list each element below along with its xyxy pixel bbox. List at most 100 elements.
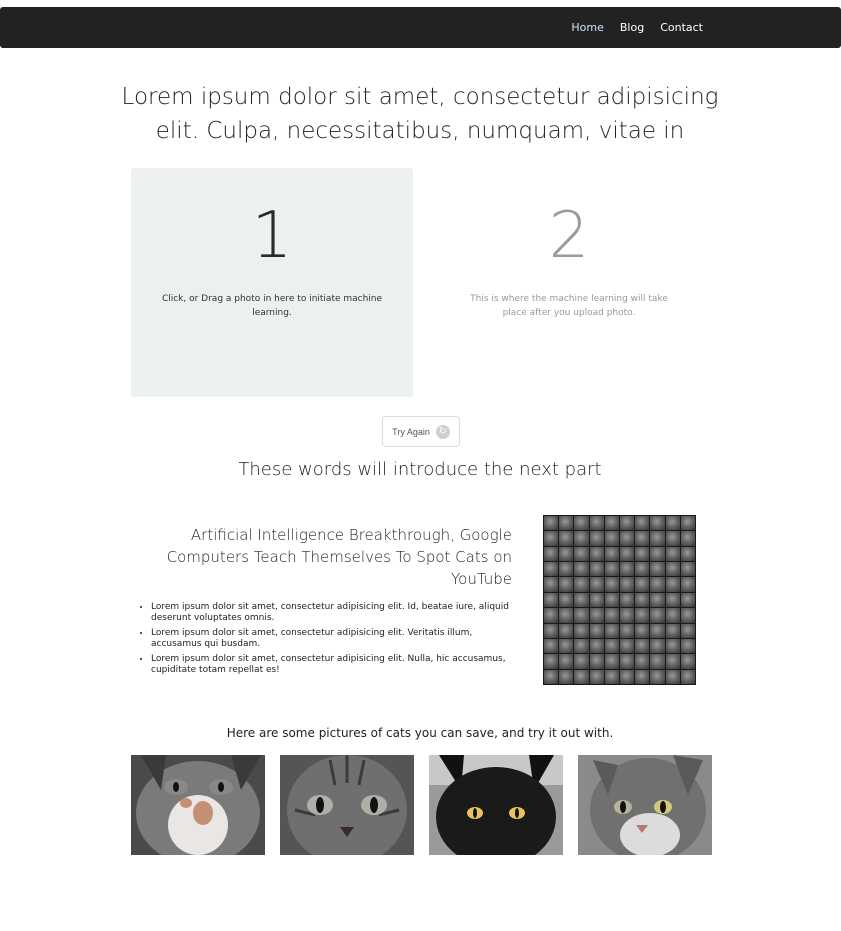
list-item: Lorem ipsum dolor sit amet, consectetur … [151, 602, 511, 624]
grid-tile [604, 608, 619, 623]
grid-tile [635, 669, 650, 684]
grid-tile [650, 592, 665, 608]
nav-home-link[interactable]: Home [571, 21, 603, 34]
grid-tile [574, 608, 589, 623]
list-item: Lorem ipsum dolor sit amet, consectetur … [151, 654, 511, 676]
grid-tile [589, 608, 604, 623]
step-number: 2 [548, 199, 590, 273]
cat-photo-black[interactable] [429, 755, 563, 855]
try-again-label: Try Again [392, 426, 430, 437]
grid-tile [589, 654, 604, 669]
grid-tile [635, 516, 650, 531]
grid-tile [559, 608, 574, 623]
grid-tile [574, 669, 589, 684]
grid-tile [604, 562, 619, 577]
grid-tile [680, 623, 695, 638]
grid-tile [635, 531, 650, 546]
grid-tile [665, 592, 680, 608]
grid-tile [559, 577, 574, 592]
grid-tile [665, 654, 680, 669]
grid-tile [604, 592, 619, 608]
grid-tile [665, 546, 680, 562]
grid-tile [650, 638, 665, 654]
grid-tile [680, 638, 695, 654]
grid-tile [589, 546, 604, 562]
try-again-button[interactable]: Try Again ↻ [382, 416, 460, 447]
nav-links: Home Blog Contact [571, 7, 703, 48]
grid-tile [544, 654, 559, 669]
cat-photo-tabby[interactable] [280, 755, 414, 855]
grid-tile [650, 654, 665, 669]
grid-tile [619, 638, 635, 654]
grid-tile [574, 562, 589, 577]
grid-tile [650, 623, 665, 638]
grid-tile [680, 592, 695, 608]
grid-tile [635, 546, 650, 562]
grid-tile [619, 562, 635, 577]
grid-tile [680, 577, 695, 592]
grid-tile [619, 546, 635, 562]
grid-tile [619, 623, 635, 638]
grid-tile [559, 623, 574, 638]
grid-tile [665, 531, 680, 546]
grid-tile [559, 669, 574, 684]
grid-tile [544, 623, 559, 638]
grid-tile [619, 608, 635, 623]
grid-tile [544, 592, 559, 608]
cat-photo-calico[interactable] [131, 755, 265, 855]
grid-tile [604, 577, 619, 592]
upload-dropzone[interactable]: 1 Click, or Drag a photo in here to init… [131, 168, 413, 397]
grid-tile [589, 592, 604, 608]
grid-tile [680, 654, 695, 669]
grid-tile [544, 669, 559, 684]
grid-tile [544, 531, 559, 546]
grid-tile [650, 516, 665, 531]
grid-tile [619, 592, 635, 608]
nav-blog-link[interactable]: Blog [620, 21, 644, 34]
grid-tile [665, 623, 680, 638]
grid-tile [680, 546, 695, 562]
grid-tile [635, 654, 650, 669]
grid-tile [635, 562, 650, 577]
grid-tile [650, 577, 665, 592]
grid-tile [559, 592, 574, 608]
grid-tile [635, 608, 650, 623]
grid-tile [604, 516, 619, 531]
grid-tile [619, 516, 635, 531]
list-item: Lorem ipsum dolor sit amet, consectetur … [151, 628, 511, 650]
grid-tile [589, 562, 604, 577]
cat-photo-grey[interactable] [578, 755, 712, 855]
grid-tile [619, 654, 635, 669]
grid-tile [544, 638, 559, 654]
grid-tile [650, 562, 665, 577]
grid-tile [574, 592, 589, 608]
grid-tile [680, 516, 695, 531]
grid-tile [665, 562, 680, 577]
grid-tile [559, 654, 574, 669]
grid-tile [544, 516, 559, 531]
grid-tile [635, 592, 650, 608]
grid-tile [574, 638, 589, 654]
grid-tile [619, 531, 635, 546]
grid-tile [665, 516, 680, 531]
grid-tile [650, 546, 665, 562]
grid-tile [574, 516, 589, 531]
grid-tile [665, 638, 680, 654]
grid-tile [574, 546, 589, 562]
grid-tile [604, 623, 619, 638]
grid-tile [559, 516, 574, 531]
grid-tile [544, 562, 559, 577]
refresh-icon: ↻ [435, 424, 450, 439]
grid-tile [544, 608, 559, 623]
grid-tile [559, 562, 574, 577]
grid-tile [635, 623, 650, 638]
grid-tile [544, 546, 559, 562]
grid-tile [619, 669, 635, 684]
hero-title: Lorem ipsum dolor sit amet, consectetur … [121, 84, 719, 144]
nav-contact-link[interactable]: Contact [660, 21, 703, 34]
grid-tile [589, 638, 604, 654]
article-title: Artificial Intelligence Breakthrough, Go… [166, 526, 512, 588]
grid-tile [635, 638, 650, 654]
grid-tile [619, 577, 635, 592]
grid-tile [574, 623, 589, 638]
